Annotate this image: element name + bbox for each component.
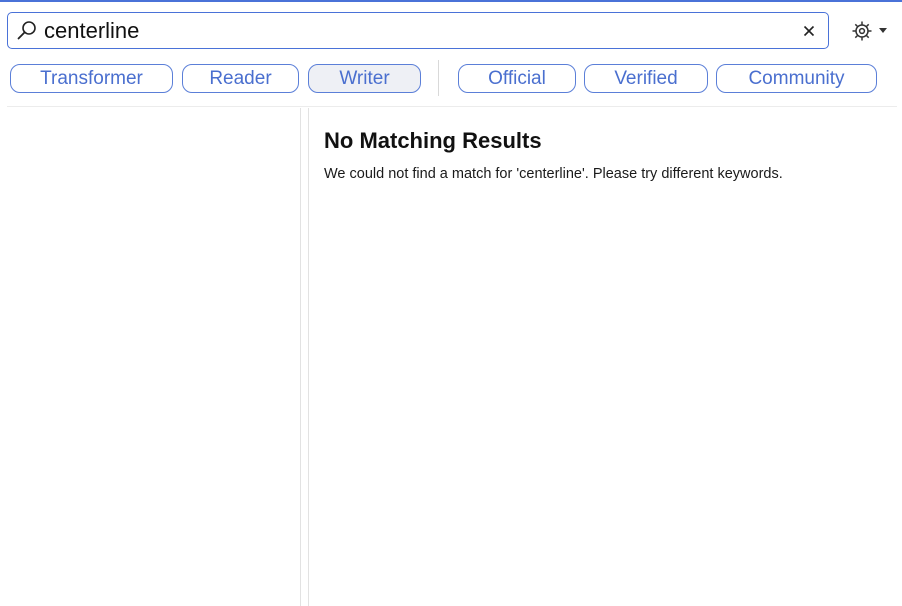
no-results-title: No Matching Results [324, 128, 542, 153]
filter-chip-official[interactable]: Official [458, 64, 576, 93]
filter-chip-writer[interactable]: Writer [308, 64, 421, 93]
header-divider [7, 106, 897, 107]
chip-divider [438, 60, 439, 96]
clear-search-button[interactable] [794, 16, 824, 46]
panel-splitter[interactable] [300, 108, 309, 606]
no-results-message: We could not find a match for 'centerlin… [324, 166, 783, 182]
app-window: Transformer Reader Writer Official Verif… [0, 0, 902, 606]
gear-icon [852, 21, 872, 41]
filter-chip-transformer[interactable]: Transformer [10, 64, 173, 93]
search-input[interactable] [40, 13, 794, 48]
filter-chip-verified[interactable]: Verified [584, 64, 708, 93]
details-panel: No Matching Results We could not find a … [309, 108, 902, 606]
filter-chip-community[interactable]: Community [716, 64, 877, 93]
search-bar[interactable] [7, 12, 829, 49]
caret-down-icon [879, 28, 887, 33]
close-icon [803, 25, 815, 36]
search-icon [14, 18, 40, 44]
settings-button[interactable] [845, 17, 893, 45]
filter-chip-reader[interactable]: Reader [182, 64, 299, 93]
results-list-panel [0, 108, 300, 606]
